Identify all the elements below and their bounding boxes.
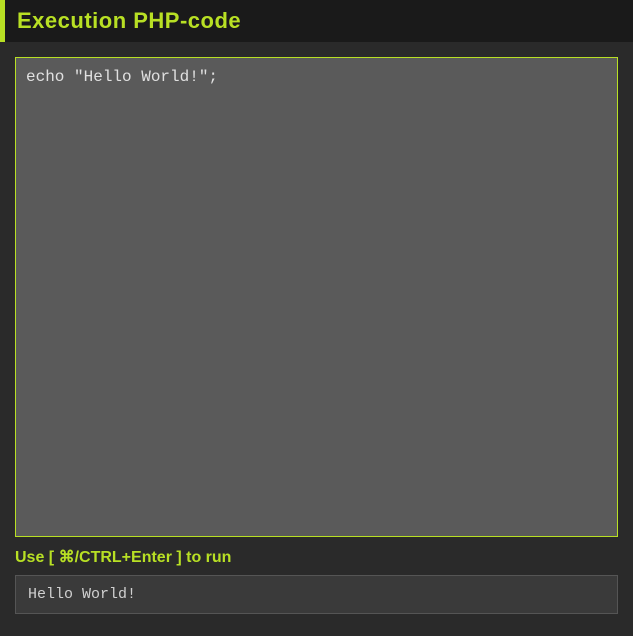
run-hint-text: Use [ ⌘/CTRL+Enter ] to run — [15, 547, 618, 567]
panel-content: Use [ ⌘/CTRL+Enter ] to run Hello World! — [0, 42, 633, 629]
code-editor-textarea[interactable] — [15, 57, 618, 537]
execution-output: Hello World! — [15, 575, 618, 614]
panel-header: Execution PHP-code — [0, 0, 633, 42]
panel-title: Execution PHP-code — [17, 8, 621, 34]
